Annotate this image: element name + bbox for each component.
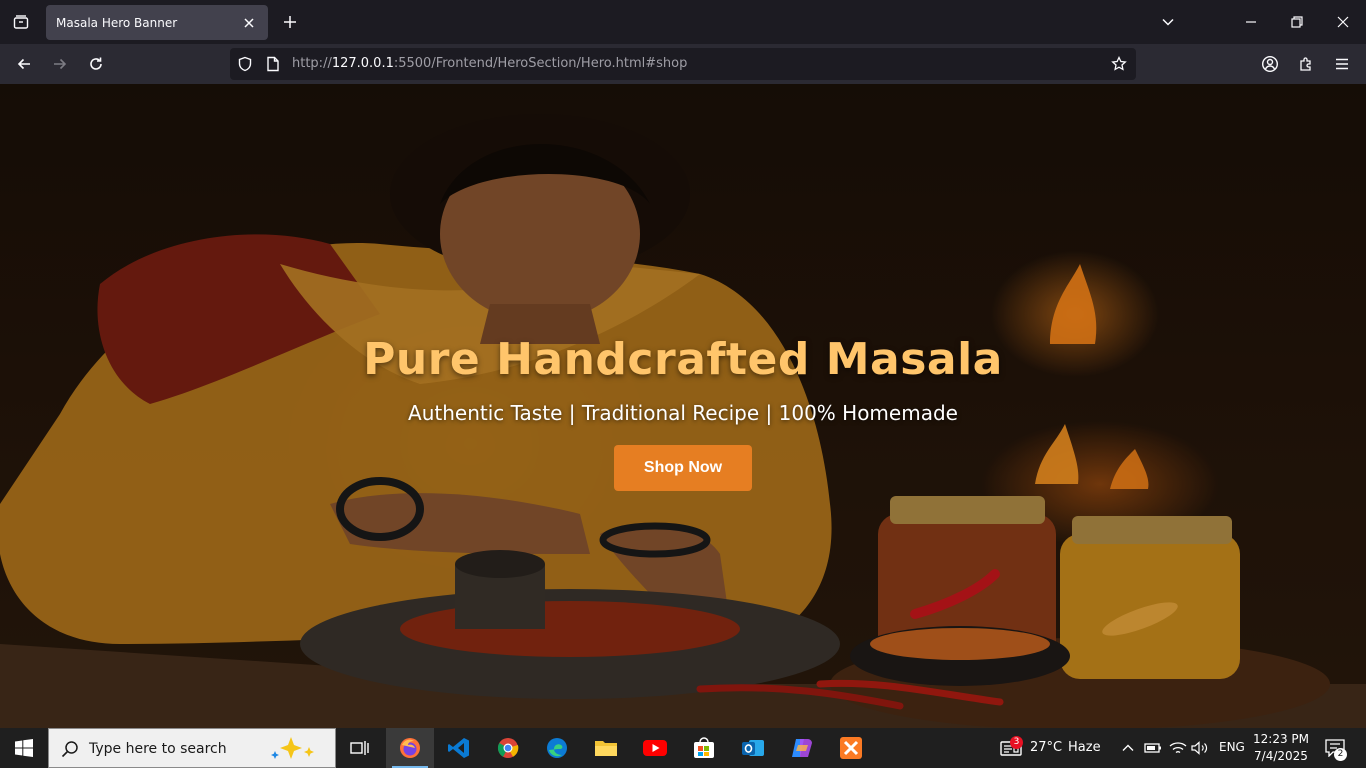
youtube-icon[interactable] (631, 728, 679, 768)
wifi-icon[interactable] (1168, 738, 1188, 758)
minimize-window-icon[interactable] (1228, 0, 1274, 44)
hero-title: Pure Handcrafted Masala (363, 334, 1003, 385)
firefox-icon[interactable] (386, 728, 434, 768)
volume-icon[interactable] (1190, 738, 1210, 758)
hero-content: Pure Handcrafted Masala Authentic Taste … (0, 334, 1366, 491)
windows-start-icon[interactable] (0, 728, 48, 768)
account-icon[interactable] (1256, 50, 1284, 78)
weather-temp[interactable]: 27°C (1030, 740, 1062, 755)
notification-count: 2 (1334, 748, 1347, 761)
search-placeholder: Type here to search (89, 741, 227, 757)
shield-icon[interactable] (236, 55, 254, 73)
windows-taskbar: Type here to search 3 27°C Haze ENG 12:2… (0, 728, 1366, 768)
weather-condition[interactable]: Haze (1068, 740, 1101, 755)
battery-icon[interactable] (1143, 738, 1163, 758)
vscode-icon[interactable] (435, 728, 483, 768)
browser-nav-bar: http://127.0.0.1:5500/Frontend/HeroSecti… (0, 44, 1366, 84)
extensions-icon[interactable] (1292, 50, 1320, 78)
copilot-sparkle-icon (267, 735, 321, 767)
restore-window-icon[interactable] (1274, 0, 1320, 44)
bookmark-star-icon[interactable] (1110, 55, 1128, 73)
hero-section: Pure Handcrafted Masala Authentic Taste … (0, 84, 1366, 728)
clock-time: 12:23 PM (1253, 732, 1309, 746)
clock-date: 7/4/2025 (1254, 749, 1308, 763)
microsoft-store-icon[interactable] (680, 728, 728, 768)
chrome-icon[interactable] (484, 728, 532, 768)
taskbar-clock[interactable]: 12:23 PM 7/4/2025 (1248, 731, 1314, 765)
reload-icon[interactable] (82, 50, 110, 78)
close-window-icon[interactable] (1320, 0, 1366, 44)
chevron-up-icon[interactable] (1118, 738, 1138, 758)
url-path: :5500/Frontend/HeroSection/Hero.html#sho… (393, 56, 688, 71)
chevron-down-icon[interactable] (1155, 9, 1181, 35)
taskbar-search-box[interactable]: Type here to search (48, 728, 336, 768)
tab-list-icon[interactable] (8, 9, 34, 35)
edge-icon[interactable] (533, 728, 581, 768)
shop-now-button[interactable]: Shop Now (614, 445, 752, 491)
file-explorer-icon[interactable] (582, 728, 630, 768)
xampp-icon[interactable] (827, 728, 875, 768)
new-tab-icon[interactable] (277, 9, 303, 35)
task-view-icon[interactable] (336, 728, 384, 768)
copilot-icon[interactable] (778, 728, 826, 768)
tab-title: Masala Hero Banner (56, 15, 178, 30)
outlook-icon[interactable] (729, 728, 777, 768)
hero-subtitle: Authentic Taste | Traditional Recipe | 1… (408, 401, 958, 425)
browser-tab-active[interactable]: Masala Hero Banner (46, 5, 268, 40)
language-indicator[interactable]: ENG (1219, 740, 1245, 754)
url-text[interactable]: http://127.0.0.1:5500/Frontend/HeroSecti… (292, 56, 687, 71)
page-icon[interactable] (264, 55, 282, 73)
search-icon (61, 740, 79, 762)
close-tab-icon[interactable] (240, 14, 258, 32)
weather-badge: 3 (1010, 736, 1023, 749)
back-arrow-icon[interactable] (10, 50, 38, 78)
forward-arrow-icon[interactable] (46, 50, 74, 78)
url-prefix: http:// (292, 56, 332, 71)
menu-icon[interactable] (1328, 50, 1356, 78)
browser-tab-bar: Masala Hero Banner (0, 0, 1366, 44)
address-bar[interactable]: http://127.0.0.1:5500/Frontend/HeroSecti… (230, 48, 1136, 80)
url-host: 127.0.0.1 (331, 56, 394, 71)
